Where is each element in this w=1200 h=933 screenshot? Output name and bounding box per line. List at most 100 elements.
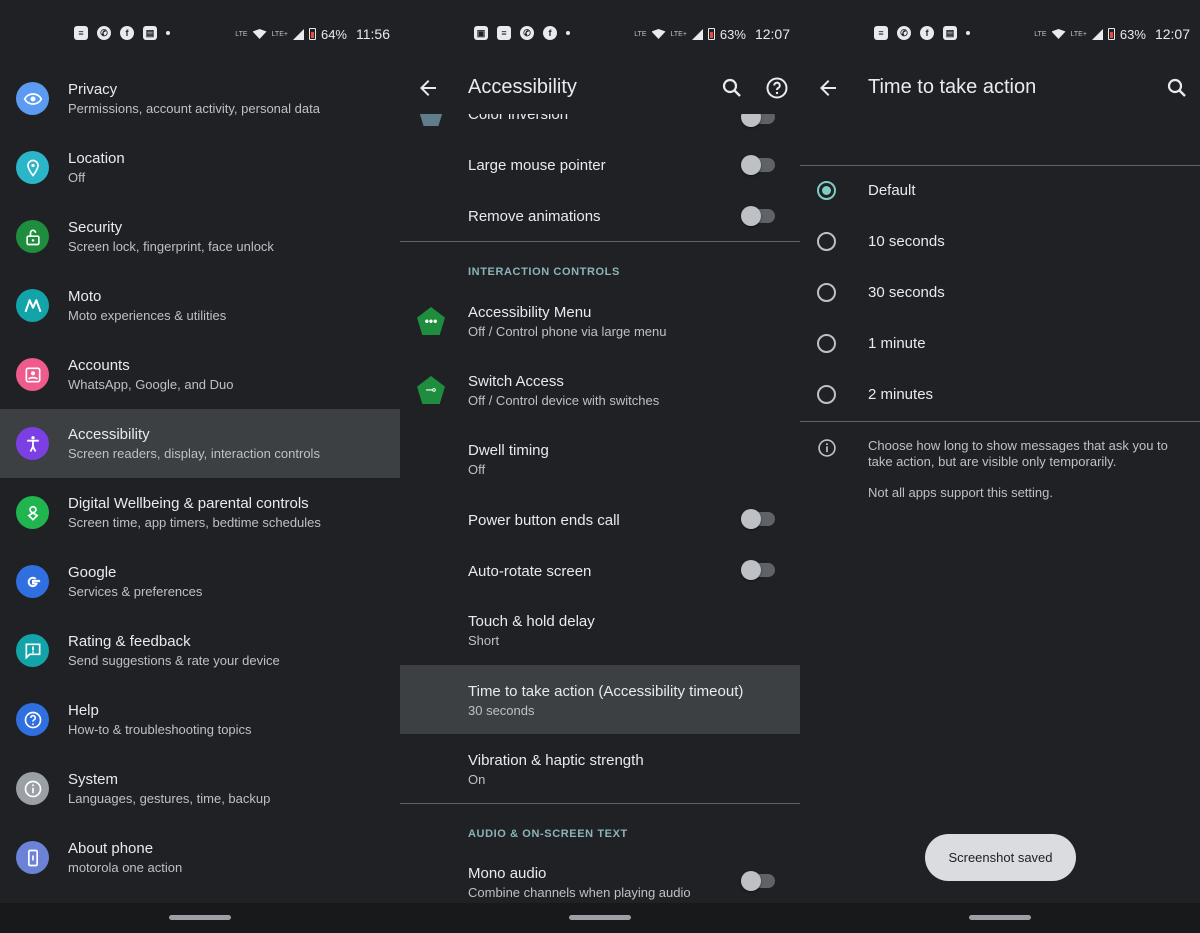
remove-animations-label: Remove animations xyxy=(468,208,601,225)
gallery-notification-icon: ▣ xyxy=(474,26,488,40)
settings-item-title: Security xyxy=(68,219,123,236)
settings-item-google[interactable]: Google Services & preferences xyxy=(0,547,400,616)
timeout-option-default[interactable]: Default xyxy=(800,166,1200,217)
search-icon[interactable] xyxy=(720,76,744,100)
clock: 12:07 xyxy=(1154,26,1190,42)
large-mouse-pointer-label: Large mouse pointer xyxy=(468,157,606,174)
timeout-option-1-minute[interactable]: 1 minute xyxy=(800,319,1200,370)
settings-item-about-phone[interactable]: About phone motorola one action xyxy=(0,823,400,892)
option-label: Default xyxy=(868,182,916,199)
dwell-timing-row[interactable]: Dwell timing Off xyxy=(400,428,800,497)
auto-rotate-row[interactable]: Auto-rotate screen xyxy=(400,548,800,599)
mono-audio-title: Mono audio xyxy=(468,865,547,882)
lte-plus-label: LTE+ xyxy=(1070,30,1087,38)
option-label: 1 minute xyxy=(868,335,926,352)
radio-button[interactable] xyxy=(817,181,836,200)
radio-button[interactable] xyxy=(817,232,836,251)
phone-icon xyxy=(16,841,49,874)
switch-access-row[interactable]: ⊸ Switch Access Off / Control device wit… xyxy=(400,359,800,428)
clock: 11:56 xyxy=(356,26,390,42)
auto-rotate-toggle[interactable] xyxy=(741,560,775,580)
settings-panel: ≡ ✆ f ▤ LTE LTE+ 64% 11:56 Privacy Permis… xyxy=(0,0,400,933)
radio-button[interactable] xyxy=(817,283,836,302)
settings-item-privacy[interactable]: Privacy Permissions, account activity, pe… xyxy=(0,64,400,133)
timeout-option-10-seconds[interactable]: 10 seconds xyxy=(800,217,1200,268)
time-to-take-action-row[interactable]: Time to take action (Accessibility timeo… xyxy=(400,665,800,734)
status-bar: ≡ ✆ f ▤ LTE LTE+ 64% 11:56 xyxy=(0,24,400,46)
page-title: Time to take action xyxy=(868,76,1037,98)
search-icon[interactable] xyxy=(1165,76,1189,100)
timeout-option-30-seconds[interactable]: 30 seconds xyxy=(800,268,1200,319)
settings-item-title: Location xyxy=(68,150,125,167)
vibration-haptic-row[interactable]: Vibration & haptic strength On xyxy=(400,734,800,803)
remove-animations-toggle[interactable] xyxy=(741,206,775,226)
battery-icon xyxy=(1107,28,1115,40)
settings-item-title: About phone xyxy=(68,840,154,857)
settings-item-help[interactable]: Help How-to & troubleshooting topics xyxy=(0,685,400,754)
facebook-notification-icon: f xyxy=(543,26,557,40)
accessibility-menu-row[interactable]: ••• Accessibility Menu Off / Control pho… xyxy=(400,290,800,359)
help-icon[interactable] xyxy=(765,76,789,100)
info-description: Choose how long to show messages that as… xyxy=(868,438,1168,469)
battery-percent: 63% xyxy=(1119,26,1146,42)
section-header-interaction-controls: INTERACTION CONTROLS xyxy=(468,266,620,278)
section-header-audio-text: AUDIO & ON-SCREEN TEXT xyxy=(468,828,628,840)
settings-item-title: Rating & feedback xyxy=(68,633,191,650)
privacy-eye-icon xyxy=(16,82,49,115)
time-to-take-action-subtitle: 30 seconds xyxy=(468,703,535,718)
settings-item-subtitle: Screen time, app timers, bedtime schedul… xyxy=(68,515,321,530)
home-gesture-pill[interactable] xyxy=(169,915,231,920)
settings-item-accessibility[interactable]: Accessibility Screen readers, display, in… xyxy=(0,409,400,478)
section-divider xyxy=(400,241,800,242)
settings-item-subtitle: Languages, gestures, time, backup xyxy=(68,791,271,806)
feedback-icon xyxy=(16,634,49,667)
settings-item-moto[interactable]: Moto Moto experiences & utilities xyxy=(0,271,400,340)
timeout-option-2-minutes[interactable]: 2 minutes xyxy=(800,370,1200,421)
radio-button[interactable] xyxy=(817,385,836,404)
back-arrow-icon[interactable] xyxy=(816,76,840,100)
switch-access-title: Switch Access xyxy=(468,373,564,390)
settings-item-location[interactable]: Location Off xyxy=(0,133,400,202)
settings-item-title: Moto xyxy=(68,288,102,305)
news-notification-icon: ≡ xyxy=(497,26,511,40)
volte-icon: LTE xyxy=(235,30,248,38)
settings-item-subtitle: motorola one action xyxy=(68,860,183,875)
section-divider xyxy=(400,803,800,804)
back-arrow-icon[interactable] xyxy=(416,76,440,100)
switch-access-icon: ⊸ xyxy=(417,376,445,404)
large-mouse-pointer-row[interactable]: Large mouse pointer xyxy=(400,140,800,191)
gallery-notification-icon: ▤ xyxy=(943,26,957,40)
lte-plus-label: LTE+ xyxy=(670,30,687,38)
system-info-icon xyxy=(16,772,49,805)
settings-item-subtitle: Send suggestions & rate your device xyxy=(68,653,280,668)
options-divider xyxy=(800,421,1200,422)
mono-audio-toggle[interactable] xyxy=(741,871,775,891)
more-notifications-dot-icon xyxy=(566,31,570,35)
settings-item-subtitle: WhatsApp, Google, and Duo xyxy=(68,377,234,392)
settings-item-digital-wellbeing-parental-controls[interactable]: Digital Wellbeing & parental controls Scr… xyxy=(0,478,400,547)
touch-hold-delay-row[interactable]: Touch & hold delay Short xyxy=(400,599,800,665)
accessibility-menu-icon: ••• xyxy=(417,307,445,335)
whatsapp-notification-icon: ✆ xyxy=(520,26,534,40)
navigation-bar xyxy=(0,903,400,933)
home-gesture-pill[interactable] xyxy=(569,915,631,920)
settings-item-security[interactable]: Security Screen lock, fingerprint, face u… xyxy=(0,202,400,271)
settings-item-accounts[interactable]: Accounts WhatsApp, Google, and Duo xyxy=(0,340,400,409)
home-gesture-pill[interactable] xyxy=(969,915,1031,920)
power-button-ends-call-toggle[interactable] xyxy=(741,509,775,529)
settings-item-title: Accounts xyxy=(68,357,130,374)
settings-item-subtitle: Permissions, account activity, personal … xyxy=(68,101,320,116)
screenshot-saved-toast: Screenshot saved xyxy=(925,834,1076,881)
time-to-take-action-panel: ≡ ✆ f ▤ LTE LTE+ 63% 12:07 Time to take … xyxy=(800,0,1200,933)
radio-button[interactable] xyxy=(817,334,836,353)
location-pin-icon xyxy=(16,151,49,184)
accessibility-icon xyxy=(16,427,49,460)
mono-audio-row[interactable]: Mono audio Combine channels when playing… xyxy=(400,851,800,903)
power-button-ends-call-row[interactable]: Power button ends call xyxy=(400,497,800,548)
accessibility-menu-subtitle: Off / Control phone via large menu xyxy=(468,324,667,339)
settings-item-rating-feedback[interactable]: Rating & feedback Send suggestions & rate… xyxy=(0,616,400,685)
remove-animations-row[interactable]: Remove animations xyxy=(400,191,800,242)
settings-item-system[interactable]: System Languages, gestures, time, backup xyxy=(0,754,400,823)
large-mouse-pointer-toggle[interactable] xyxy=(741,155,775,175)
battery-percent: 63% xyxy=(719,26,746,42)
